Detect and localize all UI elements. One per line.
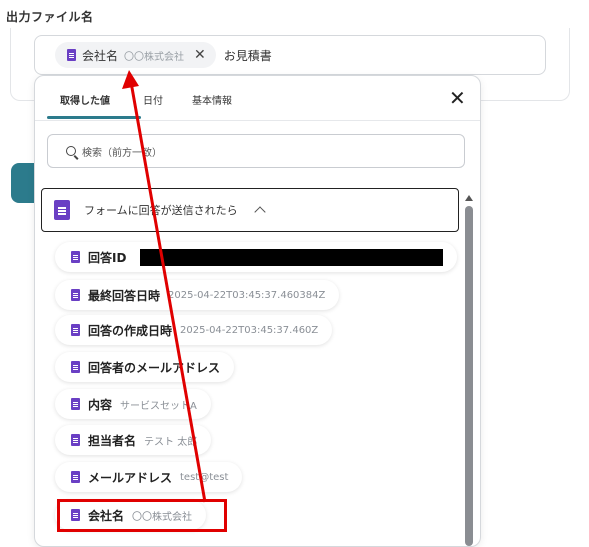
annotation-arrow — [122, 70, 207, 503]
arrow-line — [129, 81, 207, 503]
arrow-head — [122, 70, 139, 89]
